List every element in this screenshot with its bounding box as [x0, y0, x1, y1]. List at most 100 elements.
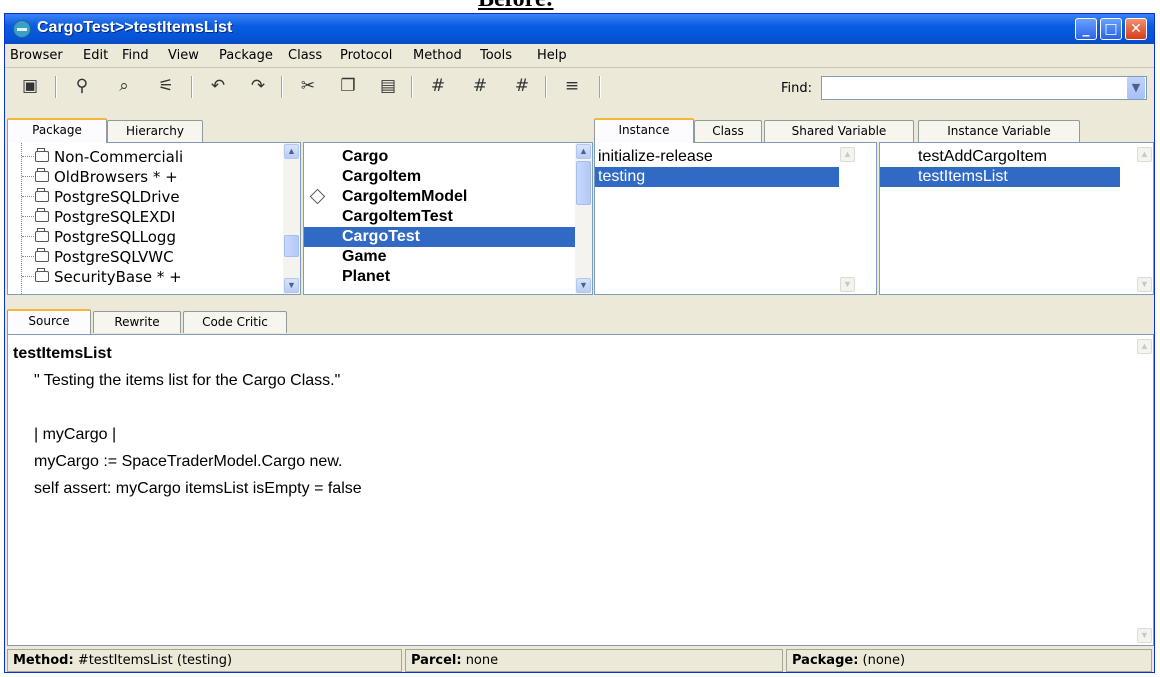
list-item[interactable]: PostgreSQLVWC: [8, 247, 284, 267]
minimize-button[interactable]: _: [1075, 18, 1097, 40]
editor-tab-strip: Source Rewrite Code Critic: [7, 309, 407, 334]
scroll-down-icon[interactable]: ▼: [840, 277, 855, 292]
find-senders-icon[interactable]: ⌕: [107, 75, 141, 97]
scroll-down-icon[interactable]: ▼: [576, 278, 591, 293]
list-item[interactable]: PostgreSQLEXDI: [8, 207, 284, 227]
tab-instance-variable[interactable]: Instance Variable: [918, 120, 1080, 142]
title-bar[interactable]: CargoTest>>testItemsList _ □ ✕: [5, 14, 1154, 44]
list-item[interactable]: CargoItemTest: [304, 207, 576, 227]
list-item-selected[interactable]: testing: [595, 167, 839, 187]
scroll-thumb[interactable]: [284, 235, 299, 257]
maximize-button[interactable]: □: [1100, 18, 1122, 40]
package-list[interactable]: Non-Commerciali OldBrowsers * + PostgreS…: [7, 142, 301, 295]
close-button[interactable]: ✕: [1125, 18, 1147, 40]
menu-help[interactable]: Help: [537, 48, 567, 63]
menu-browser[interactable]: Browser: [10, 48, 63, 63]
window-title: CargoTest>>testItemsList: [37, 19, 233, 36]
close-icon: ✕: [1130, 21, 1142, 37]
find-hash-icon[interactable]: #: [421, 75, 455, 97]
scroll-down-icon[interactable]: ▼: [1137, 277, 1152, 292]
find-input[interactable]: [821, 76, 1147, 100]
list-item-selected[interactable]: testItemsList: [880, 166, 1121, 188]
maximize-icon: □: [1104, 21, 1118, 37]
find-dropdown-button[interactable]: ▼: [1127, 77, 1145, 99]
list-item[interactable]: CargoItemModel: [304, 187, 576, 207]
menu-package[interactable]: Package: [219, 48, 273, 63]
status-bar: Method: #testItemsList (testing) Parcel:…: [5, 647, 1154, 674]
app-icon: [13, 20, 31, 38]
toolbar-separator: [411, 76, 413, 98]
redo-icon[interactable]: ↷: [243, 75, 273, 97]
find-implementors-icon[interactable]: ⚟: [149, 75, 183, 97]
status-method: Method: #testItemsList (testing): [7, 649, 402, 672]
toolbar-separator: [545, 76, 547, 98]
tab-code-critic[interactable]: Code Critic: [183, 311, 287, 333]
list-item[interactable]: OldBrowsers * +: [8, 167, 284, 187]
menu-view[interactable]: View: [168, 48, 199, 63]
tab-shared-variable[interactable]: Shared Variable: [764, 120, 914, 142]
menu-edit[interactable]: Edit: [83, 48, 108, 63]
method-selector: testItemsList: [13, 345, 112, 362]
list-item[interactable]: Planet: [304, 267, 576, 287]
scroll-down-icon[interactable]: ▼: [1137, 628, 1152, 643]
find-hash-senders-icon[interactable]: #: [463, 75, 497, 97]
scroll-up-icon[interactable]: ▲: [284, 144, 299, 159]
tab-source[interactable]: Source: [7, 309, 91, 334]
code-line: " Testing the items list for the Cargo C…: [34, 372, 341, 389]
menu-method[interactable]: Method: [413, 48, 462, 63]
tab-rewrite[interactable]: Rewrite: [93, 311, 181, 333]
source-scrollbar[interactable]: ▲ ▼: [1136, 335, 1153, 645]
menu-protocol[interactable]: Protocol: [340, 48, 392, 63]
find-label: Find:: [781, 81, 813, 96]
list-item[interactable]: PostgreSQLLogg: [8, 227, 284, 247]
tab-instance[interactable]: Instance: [594, 118, 694, 143]
scroll-thumb[interactable]: [576, 161, 591, 205]
undo-icon[interactable]: ↶: [203, 75, 233, 97]
list-item[interactable]: initialize-release: [595, 147, 839, 167]
paste-icon[interactable]: ▤: [373, 75, 403, 97]
scroll-up-icon[interactable]: ▲: [576, 144, 591, 159]
list-item[interactable]: Game: [304, 247, 576, 267]
list-item-selected[interactable]: CargoTest: [304, 227, 576, 247]
browser-window: CargoTest>>testItemsList _ □ ✕ Browser E…: [4, 13, 1155, 673]
tab-package[interactable]: Package: [7, 118, 107, 143]
scroll-up-icon[interactable]: ▲: [1137, 147, 1152, 162]
list-item[interactable]: PostgreSQLDrive: [8, 187, 284, 207]
list-item[interactable]: CargoItem: [304, 167, 576, 187]
menu-find[interactable]: Find: [122, 48, 149, 63]
toolbar: ▣ ⚲ ⌕ ⚟ ↶ ↷ ✂ ❐ ▤ # # # ≡ Find: ▼: [5, 68, 1154, 104]
left-tab-strip: Package Hierarchy: [7, 118, 587, 143]
references-icon[interactable]: ≡: [557, 75, 587, 97]
menu-class[interactable]: Class: [288, 48, 322, 63]
method-list[interactable]: testAddCargoItem testItemsList ▲ ▼: [879, 142, 1154, 295]
browser-icon[interactable]: ▣: [15, 75, 45, 97]
minimize-icon: _: [1082, 21, 1090, 37]
status-package: Package: (none): [786, 649, 1152, 672]
tab-class[interactable]: Class: [694, 120, 762, 142]
list-item[interactable]: Non-Commerciali: [8, 147, 284, 167]
menu-tools[interactable]: Tools: [480, 48, 512, 63]
cut-icon[interactable]: ✂: [293, 75, 323, 97]
scroll-down-icon[interactable]: ▼: [284, 278, 299, 293]
protocol-scrollbar[interactable]: ▲ ▼: [839, 143, 856, 294]
list-item[interactable]: SecurityBase * +: [8, 267, 284, 287]
copy-icon[interactable]: ❐: [333, 75, 363, 97]
source-editor[interactable]: testItemsList " Testing the items list f…: [7, 334, 1154, 646]
package-icon: [35, 268, 49, 282]
find-binoculars-icon[interactable]: ⚲: [65, 75, 99, 97]
package-scrollbar[interactable]: ▲ ▼: [283, 143, 300, 294]
list-item[interactable]: testAddCargoItem: [880, 147, 1120, 167]
class-scrollbar[interactable]: ▲ ▼: [575, 143, 592, 294]
list-item[interactable]: Cargo: [304, 147, 576, 167]
class-list[interactable]: Cargo CargoItem CargoItemModel CargoItem…: [303, 142, 593, 295]
toolbar-separator: [599, 76, 601, 98]
toolbar-separator: [281, 76, 283, 98]
scroll-up-icon[interactable]: ▲: [840, 147, 855, 162]
method-scrollbar[interactable]: ▲ ▼: [1136, 143, 1153, 294]
scroll-up-icon[interactable]: ▲: [1137, 339, 1152, 354]
find-hash-doc-icon[interactable]: #: [505, 75, 539, 97]
protocol-list[interactable]: initialize-release testing ▲ ▼: [594, 142, 877, 295]
tab-hierarchy[interactable]: Hierarchy: [107, 120, 203, 142]
package-icon: [35, 188, 49, 202]
toolbar-separator: [55, 76, 57, 98]
